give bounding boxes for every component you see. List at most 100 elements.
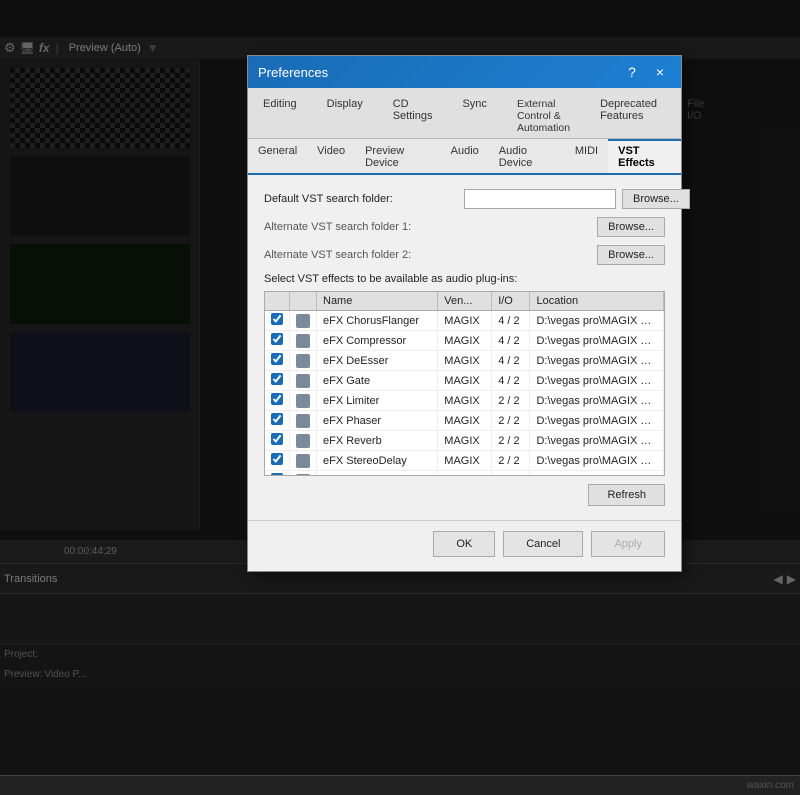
row-name: eFX StereoDelay xyxy=(317,451,438,471)
plugin-checkbox[interactable] xyxy=(271,413,283,425)
tab-audio[interactable]: Audio xyxy=(441,141,489,173)
plugin-table-container[interactable]: Name Ven... I/O Location eFX ChorusFlang… xyxy=(264,291,665,476)
refresh-button[interactable]: Refresh xyxy=(588,484,665,506)
col-vendor: Ven... xyxy=(438,292,492,311)
tab-vst-effects[interactable]: VST Effects xyxy=(608,139,681,173)
col-checkbox xyxy=(265,292,290,311)
table-row: eFX ChorusFlanger MAGIX 4 / 2 D:\vegas p… xyxy=(265,311,664,331)
row-location: D:\vegas pro\MAGIX Plugins\es xyxy=(530,471,664,477)
tab-sync[interactable]: Sync xyxy=(447,92,501,139)
row-location: D:\vegas pro\MAGIX Plugins\es xyxy=(530,391,664,411)
row-vendor: MAGIX xyxy=(438,411,492,431)
row-vendor: MAGIX xyxy=(438,451,492,471)
plugin-icon xyxy=(296,374,310,388)
tabs-row1: Editing Display CD Settings Sync Externa… xyxy=(248,88,681,139)
row-location: D:\vegas pro\MAGIX Plugins\es xyxy=(530,311,664,331)
tab-preview-device[interactable]: Preview Device xyxy=(355,141,441,173)
row-vendor: MAGIX xyxy=(438,311,492,331)
col-icon xyxy=(290,292,317,311)
dialog-footer: OK Cancel Apply xyxy=(248,520,681,571)
row-io: 2 / 2 xyxy=(492,471,530,477)
tab-display[interactable]: Display xyxy=(312,92,378,139)
tab-file-io[interactable]: File I/O xyxy=(672,92,720,139)
titlebar-left: Preferences xyxy=(258,65,328,80)
row-name: eFX Limiter xyxy=(317,391,438,411)
row-checkbox-cell[interactable] xyxy=(265,331,290,351)
plugin-checkbox[interactable] xyxy=(271,393,283,405)
row-icon-cell xyxy=(290,371,317,391)
dialog-content: Default VST search folder: Browse... Alt… xyxy=(248,175,681,520)
table-row: eFX TremoloPan MAGIX 2 / 2 D:\vegas pro\… xyxy=(265,471,664,477)
row-icon-cell xyxy=(290,351,317,371)
row-icon-cell xyxy=(290,331,317,351)
row-checkbox-cell[interactable] xyxy=(265,451,290,471)
row-name: eFX DeEsser xyxy=(317,351,438,371)
row-io: 4 / 2 xyxy=(492,351,530,371)
plugin-checkbox[interactable] xyxy=(271,433,283,445)
plugin-icon xyxy=(296,414,310,428)
tab-midi[interactable]: MIDI xyxy=(565,141,608,173)
vst-alt-folder1-browse-button[interactable]: Browse... xyxy=(597,217,665,237)
row-vendor: MAGIX xyxy=(438,431,492,451)
plugin-checkbox[interactable] xyxy=(271,473,283,476)
close-button[interactable]: × xyxy=(649,61,671,83)
tab-video[interactable]: Video xyxy=(307,141,355,173)
row-vendor: MAGIX xyxy=(438,471,492,477)
plugin-icon xyxy=(296,334,310,348)
row-name: eFX TremoloPan xyxy=(317,471,438,477)
row-checkbox-cell[interactable] xyxy=(265,411,290,431)
tab-deprecated[interactable]: Deprecated Features xyxy=(585,92,672,139)
table-row: eFX Reverb MAGIX 2 / 2 D:\vegas pro\MAGI… xyxy=(265,431,664,451)
row-icon-cell xyxy=(290,311,317,331)
tab-editing[interactable]: Editing xyxy=(248,92,312,139)
tab-external-control[interactable]: External Control & Automation xyxy=(502,92,585,139)
ok-button[interactable]: OK xyxy=(433,531,495,557)
apply-button[interactable]: Apply xyxy=(591,531,665,557)
row-checkbox-cell[interactable] xyxy=(265,391,290,411)
row-icon-cell xyxy=(290,391,317,411)
row-icon-cell xyxy=(290,471,317,477)
row-location: D:\vegas pro\MAGIX Plugins\es xyxy=(530,351,664,371)
row-icon-cell xyxy=(290,431,317,451)
plugin-checkbox[interactable] xyxy=(271,453,283,465)
row-io: 2 / 2 xyxy=(492,431,530,451)
plugin-checkbox[interactable] xyxy=(271,313,283,325)
row-io: 4 / 2 xyxy=(492,311,530,331)
vst-alt-folder2-label: Alternate VST search folder 2: xyxy=(264,249,464,261)
help-button[interactable]: ? xyxy=(621,61,643,83)
plugin-checkbox[interactable] xyxy=(271,333,283,345)
col-location: Location xyxy=(530,292,664,311)
vst-folder-input[interactable] xyxy=(464,189,616,209)
row-checkbox-cell[interactable] xyxy=(265,311,290,331)
row-checkbox-cell[interactable] xyxy=(265,371,290,391)
cancel-button[interactable]: Cancel xyxy=(503,531,583,557)
row-location: D:\vegas pro\MAGIX Plugins\es xyxy=(530,331,664,351)
row-name: eFX Compressor xyxy=(317,331,438,351)
row-name: eFX Phaser xyxy=(317,411,438,431)
preferences-dialog: Preferences ? × Editing Display CD Setti… xyxy=(247,55,682,572)
table-row: eFX Limiter MAGIX 2 / 2 D:\vegas pro\MAG… xyxy=(265,391,664,411)
row-name: eFX Gate xyxy=(317,371,438,391)
row-location: D:\vegas pro\MAGIX Plugins\es xyxy=(530,371,664,391)
tab-cd-settings[interactable]: CD Settings xyxy=(378,92,448,139)
table-row: eFX DeEsser MAGIX 4 / 2 D:\vegas pro\MAG… xyxy=(265,351,664,371)
vst-folder-browse-button[interactable]: Browse... xyxy=(622,189,690,209)
row-checkbox-cell[interactable] xyxy=(265,431,290,451)
plugin-table: Name Ven... I/O Location eFX ChorusFlang… xyxy=(265,292,664,476)
plugin-checkbox[interactable] xyxy=(271,373,283,385)
row-checkbox-cell[interactable] xyxy=(265,471,290,477)
plugin-icon xyxy=(296,394,310,408)
plugin-section-label: Select VST effects to be available as au… xyxy=(264,273,665,285)
tabs-row2: General Video Preview Device Audio Audio… xyxy=(248,139,681,175)
plugin-icon xyxy=(296,354,310,368)
watermark: waxin.com xyxy=(747,780,794,791)
row-location: D:\vegas pro\MAGIX Plugins\es xyxy=(530,451,664,471)
tab-audio-device[interactable]: Audio Device xyxy=(489,141,565,173)
dialog-titlebar: Preferences ? × xyxy=(248,56,681,88)
row-checkbox-cell[interactable] xyxy=(265,351,290,371)
tab-general[interactable]: General xyxy=(248,141,307,173)
vst-alt-folder1-row: Alternate VST search folder 1: Browse... xyxy=(264,217,665,237)
plugin-checkbox[interactable] xyxy=(271,353,283,365)
vst-alt-folder2-browse-button[interactable]: Browse... xyxy=(597,245,665,265)
vst-alt-folder2-row: Alternate VST search folder 2: Browse... xyxy=(264,245,665,265)
